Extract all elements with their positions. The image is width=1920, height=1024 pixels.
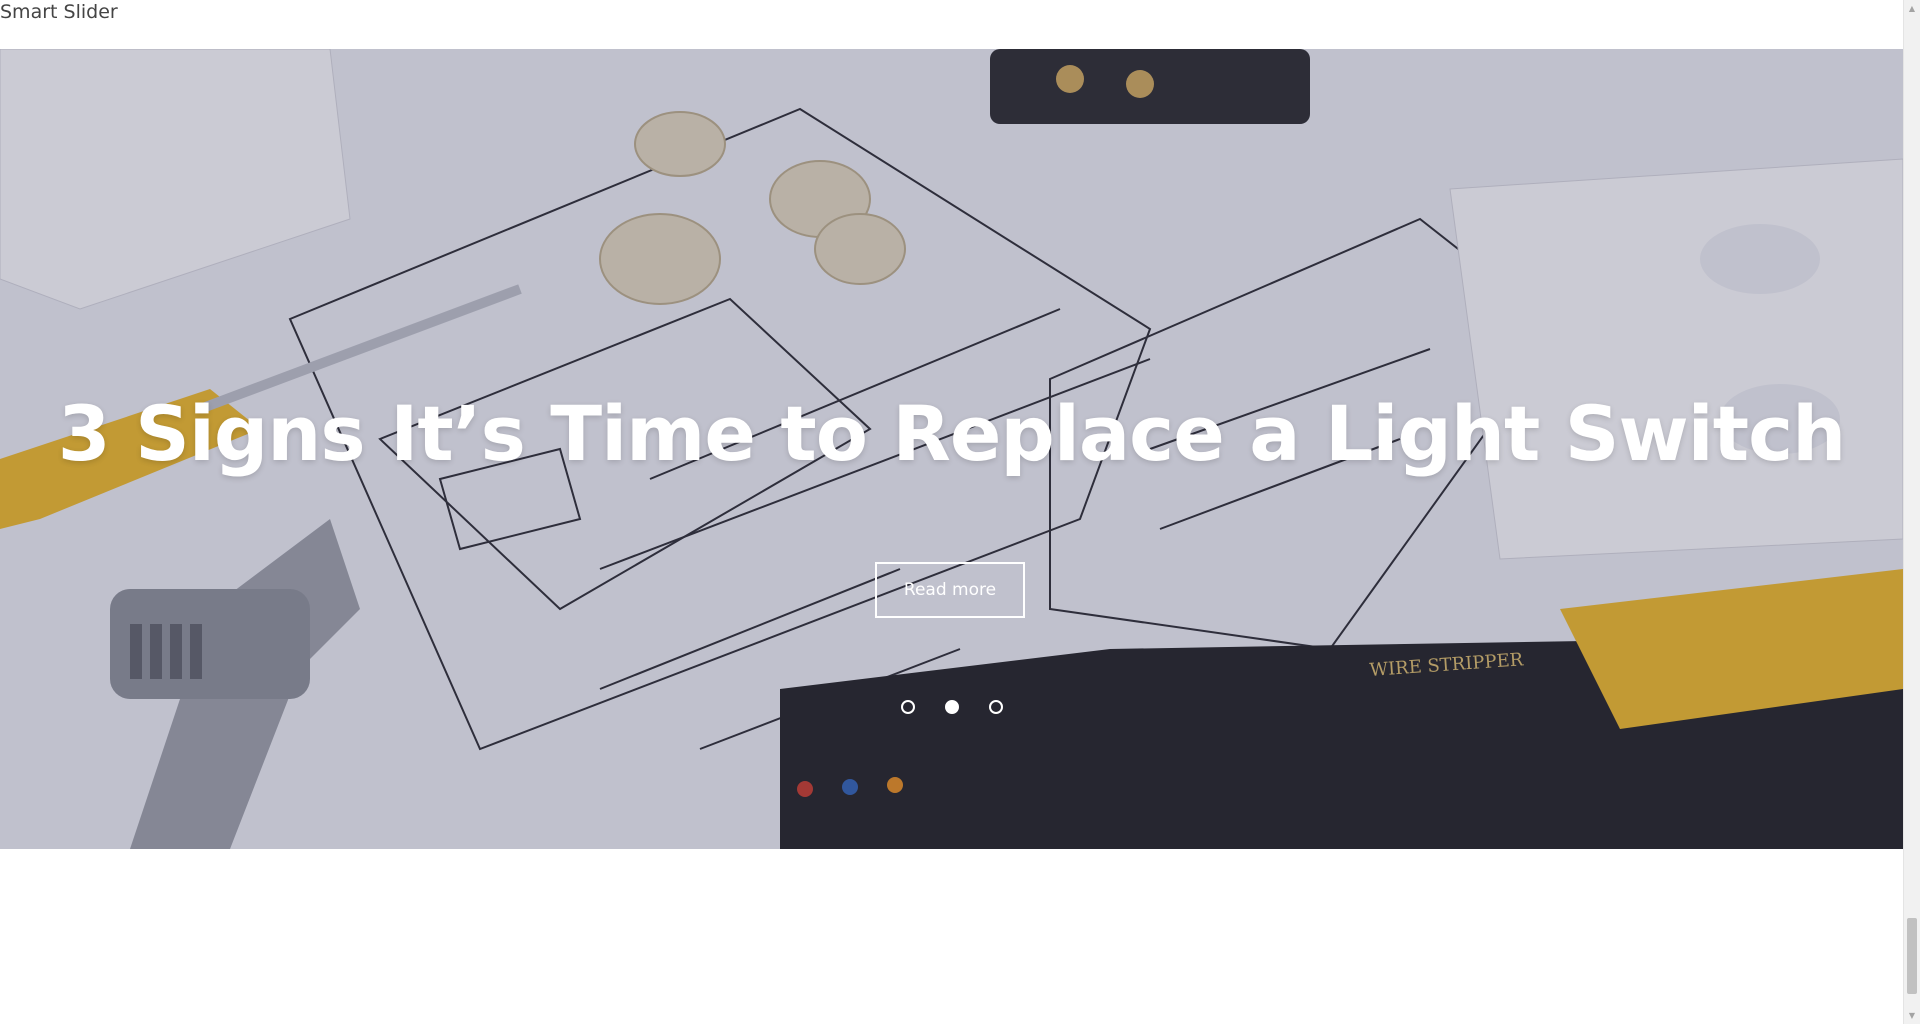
slide-title: 3 Signs It’s Time to Replace a Light Swi…: [57, 389, 1846, 478]
slide-dot-3[interactable]: [988, 700, 1003, 714]
read-more-button[interactable]: Read more: [875, 562, 1025, 618]
slider-pagination: [0, 700, 1903, 714]
scrollbar-thumb[interactable]: [1907, 918, 1917, 994]
hero-slider[interactable]: WIRE STRIPPER 3 Signs It’s Time to Repla…: [0, 49, 1903, 849]
chevron-up-icon[interactable]: ▲: [1904, 0, 1920, 17]
chevron-down-icon[interactable]: ▼: [1904, 1007, 1920, 1024]
slide-dot-1[interactable]: [900, 700, 915, 714]
page-label: Smart Slider: [0, 1, 118, 23]
slide-dot-2[interactable]: [944, 700, 959, 714]
page: Smart Slider WIRE STRIPPER 3 Signs It’s …: [0, 0, 1920, 1024]
page-scrollbar[interactable]: ▲ ▼: [1903, 0, 1920, 1024]
